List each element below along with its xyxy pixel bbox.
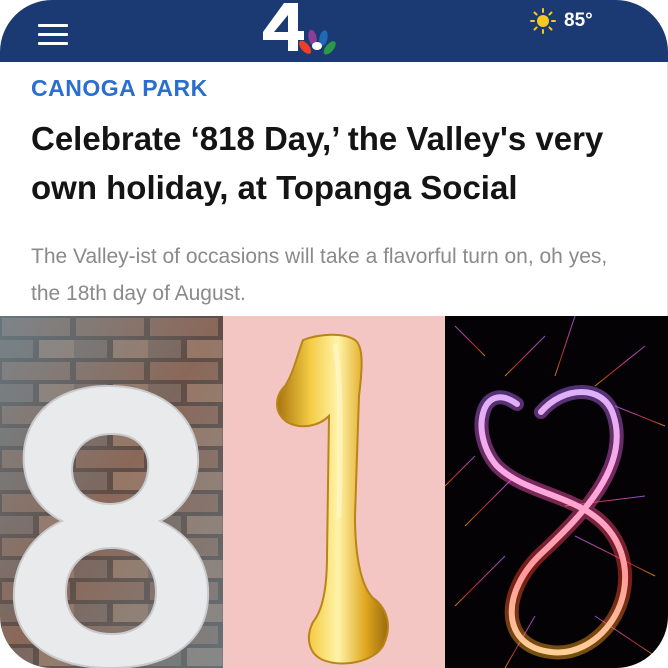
hero-panel-sparkler-8	[445, 316, 668, 668]
hero-panel-gold-1	[223, 316, 445, 668]
nbc-4-logo-icon[interactable]	[262, 3, 336, 55]
hamburger-menu-icon[interactable]	[38, 24, 68, 46]
hero-panel-white-8	[0, 316, 223, 668]
category-link[interactable]: CANOGA PARK	[31, 75, 208, 102]
sun-icon	[530, 8, 556, 34]
phone-screen: 85° CANOGA PARK Celebrate ‘818 Day,’ the…	[0, 0, 668, 668]
temperature-text: 85°	[564, 10, 593, 31]
site-header: 85°	[0, 0, 668, 62]
article-summary: The Valley-ist of occasions will take a …	[31, 245, 608, 305]
hero-image[interactable]	[0, 316, 668, 668]
weather-widget[interactable]: 85°	[530, 8, 593, 34]
article-headline[interactable]: Celebrate ‘818 Day,’ the Valley's very o…	[31, 114, 641, 212]
article-content: CANOGA PARK Celebrate ‘818 Day,’ the Val…	[0, 62, 668, 316]
